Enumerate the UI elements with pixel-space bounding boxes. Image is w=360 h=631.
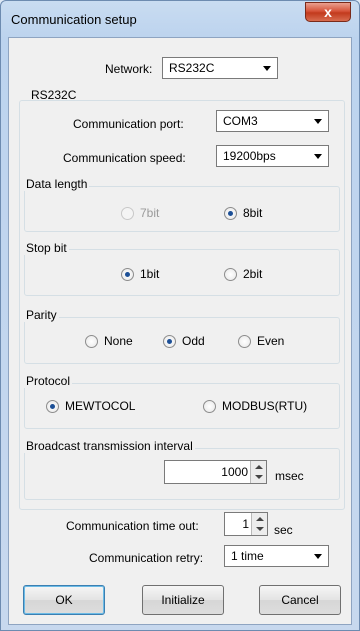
port-select[interactable]: COM3 [216, 110, 329, 132]
stop-bit-group [24, 249, 340, 296]
data-length-title: Data length [24, 177, 90, 191]
data-length-group [24, 186, 340, 232]
protocol-modbus-label: MODBUS(RTU) [222, 399, 308, 413]
stepper-buttons[interactable] [250, 461, 266, 483]
initialize-button[interactable]: Initialize [142, 585, 224, 615]
window-title: Communication setup [11, 12, 137, 27]
retry-select-value: 1 time [231, 549, 264, 563]
timeout-label: Communication time out: [66, 519, 199, 533]
timeout-value: 1 [242, 517, 249, 531]
stop-bit-2bit-label: 2bit [243, 267, 263, 281]
chevron-down-icon [314, 119, 322, 124]
parity-odd-radio[interactable]: Odd [163, 334, 205, 348]
parity-none-label: None [104, 334, 133, 348]
radio-icon [203, 399, 216, 413]
timeout-stepper[interactable]: 1 [224, 512, 268, 536]
radio-selected-icon [46, 399, 59, 413]
close-icon: x [324, 4, 332, 20]
broadcast-interval-value: 1000 [221, 465, 248, 479]
speed-select-value: 19200bps [223, 149, 276, 163]
retry-label: Communication retry: [89, 551, 204, 565]
radio-icon [121, 206, 134, 220]
network-select[interactable]: RS232C [162, 57, 278, 79]
speed-label: Communication speed: [63, 151, 186, 165]
cancel-button[interactable]: Cancel [259, 585, 341, 615]
dialog-body: Network: RS232C RS232C Communication por… [8, 37, 352, 625]
parity-title: Parity [24, 308, 59, 322]
port-label: Communication port: [73, 117, 184, 131]
chevron-down-icon [263, 66, 271, 71]
speed-select[interactable]: 19200bps [216, 145, 329, 167]
protocol-mewtocol-radio[interactable]: MEWTOCOL [46, 399, 135, 413]
stop-bit-title: Stop bit [24, 241, 69, 255]
title-bar[interactable]: Communication setup x [1, 1, 359, 37]
parity-none-radio[interactable]: None [85, 334, 133, 348]
protocol-title: Protocol [24, 374, 73, 388]
data-length-8bit-radio[interactable]: 8bit [224, 206, 262, 220]
network-select-value: RS232C [169, 61, 215, 75]
arrow-up-icon[interactable] [256, 517, 264, 521]
radio-selected-icon [224, 206, 237, 220]
data-length-7bit-radio[interactable]: 7bit [121, 206, 159, 220]
protocol-mewtocol-label: MEWTOCOL [65, 399, 136, 413]
network-label: Network: [105, 62, 153, 76]
broadcast-title: Broadcast transmission interval [24, 439, 195, 453]
parity-even-radio[interactable]: Even [238, 334, 284, 348]
protocol-modbus-radio[interactable]: MODBUS(RTU) [203, 399, 307, 413]
stop-bit-2bit-radio[interactable]: 2bit [224, 267, 262, 281]
data-length-7bit-label: 7bit [140, 206, 160, 220]
radio-icon [238, 334, 251, 348]
retry-select[interactable]: 1 time [224, 545, 329, 567]
data-length-8bit-label: 8bit [243, 206, 263, 220]
timeout-unit: sec [274, 523, 293, 537]
parity-odd-label: Odd [182, 334, 205, 348]
arrow-down-icon[interactable] [256, 527, 264, 531]
radio-selected-icon [121, 267, 134, 281]
broadcast-interval-stepper[interactable]: 1000 [164, 460, 267, 484]
ok-button[interactable]: OK [23, 585, 105, 615]
arrow-up-icon[interactable] [255, 465, 263, 469]
chevron-down-icon [314, 554, 322, 559]
dialog-window: Communication setup x Network: RS232C RS… [0, 0, 360, 631]
broadcast-unit: msec [275, 469, 304, 483]
chevron-down-icon [314, 154, 322, 159]
arrow-down-icon[interactable] [255, 475, 263, 479]
stop-bit-1bit-label: 1bit [140, 267, 160, 281]
close-button[interactable]: x [305, 2, 351, 22]
parity-even-label: Even [257, 334, 285, 348]
radio-selected-icon [163, 334, 176, 348]
radio-icon [85, 334, 98, 348]
stop-bit-1bit-radio[interactable]: 1bit [121, 267, 159, 281]
radio-icon [224, 267, 237, 281]
port-select-value: COM3 [223, 114, 258, 128]
stepper-buttons[interactable] [251, 513, 267, 535]
